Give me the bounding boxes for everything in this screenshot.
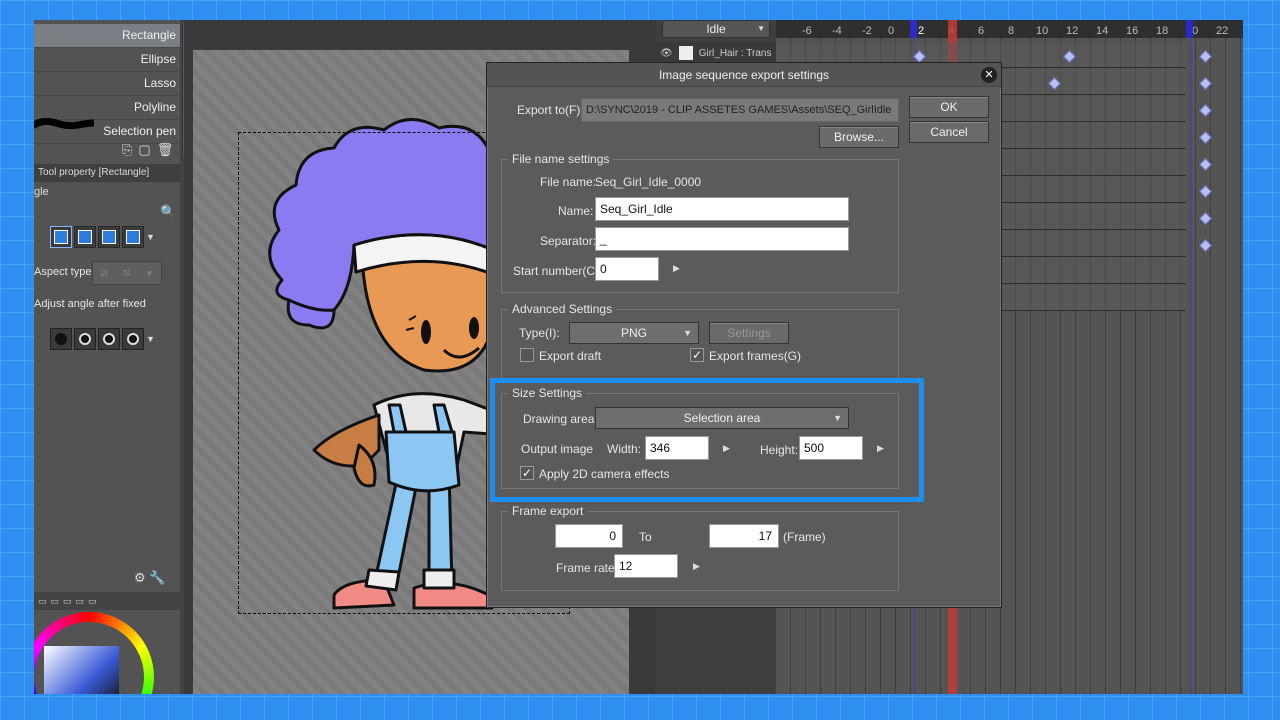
- chevron-down-icon: ▼: [683, 328, 692, 338]
- ok-button[interactable]: OK: [909, 96, 989, 118]
- separator-label: Separator:: [540, 234, 597, 248]
- ruler-label: -2: [862, 25, 872, 37]
- start-number-label: Start number(C):: [513, 264, 603, 278]
- frame-unit-label: (Frame): [783, 530, 826, 544]
- ruler-label: 10: [1036, 25, 1049, 37]
- ruler-label: -4: [832, 25, 842, 37]
- browse-button[interactable]: Browse...: [819, 126, 899, 148]
- dialog-title: Image sequence export settings: [487, 63, 1001, 87]
- type-select-value: PNG: [620, 326, 647, 340]
- ruler-label: -6: [802, 25, 812, 37]
- color-picker-square[interactable]: [44, 646, 119, 694]
- file-name-preview: Seq_Girl_Idle_0000: [595, 175, 702, 189]
- close-icon[interactable]: ✕: [981, 67, 997, 83]
- export-frames-checkbox[interactable]: ✓: [690, 348, 704, 362]
- cancel-button[interactable]: Cancel: [909, 121, 989, 143]
- frame-rate-input[interactable]: 12: [614, 554, 678, 578]
- to-label: To: [639, 530, 652, 544]
- export-draft-label: Export draft: [539, 349, 602, 363]
- range-end-line: [1190, 38, 1191, 694]
- export-to-label: Export to(F):: [517, 103, 584, 117]
- size-settings-highlight: [490, 378, 924, 502]
- type-label: Type(I):: [519, 326, 560, 340]
- frame-rate-stepper-icon[interactable]: ▶: [693, 561, 700, 572]
- ruler-label: 6: [978, 25, 985, 37]
- advanced-settings-group: Advanced Settings: [501, 302, 899, 379]
- ruler-label: 8: [1008, 25, 1015, 37]
- format-settings-button[interactable]: Settings: [709, 322, 789, 344]
- layer-name: Girl_Hair : Trans: [698, 47, 772, 59]
- checkmark-icon: ✓: [691, 348, 703, 362]
- export-draft-checkbox[interactable]: [520, 348, 534, 362]
- name-label: Name:: [558, 204, 594, 218]
- type-select[interactable]: PNG ▼: [569, 322, 699, 344]
- ruler-label: 0: [888, 25, 895, 37]
- range-end-marker[interactable]: [1186, 20, 1193, 38]
- group-title: File name settings: [508, 152, 614, 166]
- export-dialog: Image sequence export settings ✕ Export …: [486, 62, 1002, 608]
- layer-thumbnail-icon: [678, 46, 693, 60]
- frame-to-input[interactable]: 17: [709, 524, 779, 548]
- start-number-stepper-icon[interactable]: ▶: [673, 263, 680, 274]
- ruler-label: 14: [1096, 25, 1109, 37]
- ruler-label: 16: [1126, 25, 1139, 37]
- file-name-label: File name:: [540, 175, 597, 189]
- group-title: Frame export: [508, 504, 588, 518]
- frame-from-input[interactable]: 0: [555, 524, 623, 548]
- frame-rate-label: Frame rate:: [556, 561, 619, 575]
- frame-export-group: Frame export: [501, 504, 899, 591]
- start-number-input[interactable]: 0: [595, 257, 659, 281]
- export-path-field[interactable]: D:\SYNC\2019 - CLIP ASSETES GAMES\Assets…: [581, 98, 899, 122]
- name-input[interactable]: Seq_Girl_Idle: [595, 197, 849, 221]
- layer-row[interactable]: 👁 Girl_Hair : Trans: [656, 42, 776, 64]
- frame-ruler[interactable]: -6 -4 -2 0 2 4 6 8 10 12 14 16 18 20 22: [776, 20, 1243, 38]
- ruler-label: 22: [1216, 25, 1229, 37]
- ruler-label: 12: [1066, 25, 1079, 37]
- range-start-marker[interactable]: [910, 20, 917, 38]
- separator-input[interactable]: _: [595, 227, 849, 251]
- animation-select[interactable]: Idle: [662, 20, 770, 38]
- group-title: Advanced Settings: [508, 302, 617, 316]
- eye-icon[interactable]: 👁: [660, 48, 673, 59]
- ruler-label-current: 2: [918, 25, 925, 37]
- export-frames-label: Export frames(G): [709, 349, 802, 363]
- ruler-label: 18: [1156, 25, 1169, 37]
